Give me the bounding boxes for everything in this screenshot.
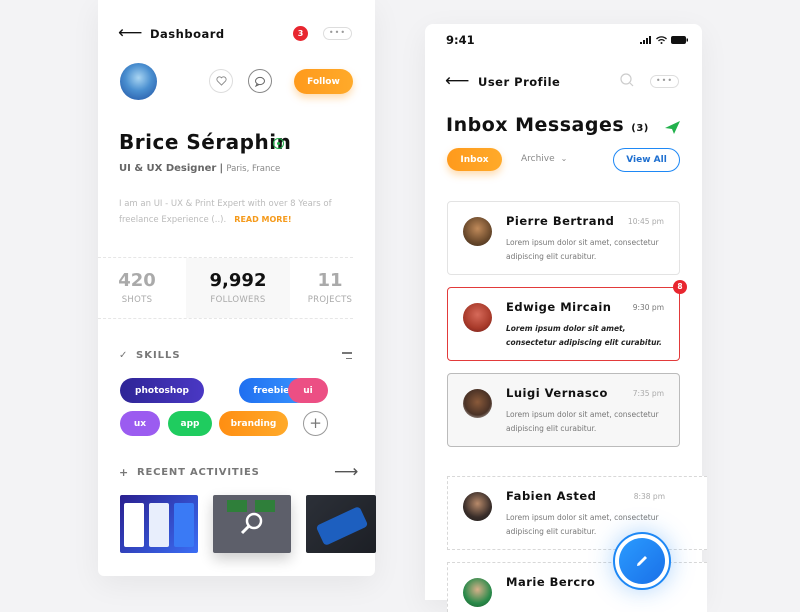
sender-avatar [463, 389, 492, 418]
profile-bio: I am an UI - UX & Print Expert with over… [119, 196, 359, 228]
sender-avatar [463, 303, 492, 332]
profile-name: Brice Séraphin [119, 130, 292, 154]
signal-icon [640, 36, 651, 44]
skill-tag-photoshop[interactable]: photoshop [120, 378, 204, 403]
compose-button[interactable] [613, 532, 671, 590]
stat-label: PROJECTS [307, 295, 353, 305]
status-time: 9:41 [446, 33, 475, 47]
view-all-button[interactable]: View All [613, 148, 680, 172]
message-preview: Lorem ipsum dolor sit amet, consectetur … [506, 410, 659, 433]
status-icons [640, 36, 688, 44]
stat-projects[interactable]: 11 PROJECTS [298, 270, 362, 305]
activity-thumbnail[interactable] [306, 495, 376, 553]
plus-icon: + [119, 466, 129, 479]
sender-avatar [463, 492, 492, 521]
stat-value: 11 [317, 270, 343, 291]
tab-inbox[interactable]: Inbox [447, 148, 502, 171]
sender-name: Pierre Bertrand [506, 214, 615, 228]
heart-icon [215, 76, 227, 86]
profile-subtitle: UI & UX Designer | Paris, France [119, 163, 280, 174]
skill-tag-app[interactable]: app [168, 411, 212, 436]
profile-location: Paris, France [226, 164, 281, 174]
inbox-title-text: Inbox Messages [446, 114, 625, 136]
stat-value: 420 [118, 270, 156, 291]
wifi-icon [656, 36, 667, 44]
activity-thumbnail[interactable] [120, 495, 198, 553]
dashboard-card: ⟵ Dashboard 3 ••• Follow Brice Séraphin … [98, 0, 376, 576]
profile-role: UI & UX Designer [119, 163, 217, 174]
sender-avatar [463, 217, 492, 246]
recent-activities-title: RECENT ACTIVITIES [137, 467, 260, 478]
stat-label: FOLLOWERS [210, 295, 266, 305]
more-button[interactable]: ••• [323, 27, 352, 40]
sender-name: Fabien Asted [506, 489, 597, 503]
unread-badge: 8 [673, 280, 687, 294]
follow-button[interactable]: Follow [294, 69, 353, 94]
skill-tag-ui[interactable]: ui [288, 378, 328, 403]
add-skill-button[interactable]: + [303, 411, 328, 436]
stats-row: 420 SHOTS 9,992 FOLLOWERS 11 PROJECTS [98, 257, 353, 319]
magnifier-icon [240, 512, 263, 535]
message-item[interactable]: Luigi Vernasco 7:35 pm Lorem ipsum dolor… [447, 373, 680, 447]
tab-archive-label: Archive [521, 154, 555, 164]
back-arrow-icon[interactable]: ⟵ [445, 73, 469, 90]
skill-tag-ux[interactable]: ux [120, 411, 160, 436]
sort-icon[interactable] [342, 352, 352, 359]
stat-followers[interactable]: 9,992 FOLLOWERS [186, 258, 290, 318]
chat-bubble-icon [254, 76, 265, 87]
pencil-icon [637, 556, 647, 566]
send-icon[interactable] [665, 121, 680, 134]
user-profile-card: 9:41 ⟵ User Profile ••• Inbox Messages (… [425, 24, 707, 612]
message-preview: Lorem ipsum dolor sit amet, consectetur … [506, 238, 659, 261]
sender-name: Luigi Vernasco [506, 386, 608, 400]
message-time: 9:30 pm [632, 303, 664, 312]
message-button[interactable] [248, 69, 272, 93]
tab-archive[interactable]: Archive ⌄ [521, 154, 567, 164]
separator: | [219, 163, 224, 174]
stat-value: 9,992 [209, 270, 267, 291]
chevron-down-icon: ⌄ [560, 154, 568, 163]
message-item[interactable]: Fabien Asted 8:38 pm Lorem ipsum dolor s… [447, 476, 707, 550]
inbox-count: (3) [631, 123, 649, 134]
avatar[interactable] [120, 63, 157, 100]
message-item-unread[interactable]: Edwige Mircain 9:30 pm Lorem ipsum dolor… [447, 280, 687, 361]
message-time: 7:35 pm [632, 389, 664, 398]
back-arrow-icon[interactable]: ⟵ [118, 25, 142, 42]
online-status-icon [273, 138, 284, 149]
sender-name: Edwige Mircain [506, 300, 612, 314]
read-more-link[interactable]: READ MORE! [234, 215, 291, 224]
stat-label: SHOTS [121, 295, 153, 305]
inbox-title: Inbox Messages (3) [446, 114, 649, 136]
message-time: 10:45 pm [627, 217, 664, 226]
sender-avatar [463, 578, 492, 607]
activity-thumbnail[interactable] [213, 495, 291, 553]
arrow-right-icon[interactable]: ⟶ [334, 462, 358, 482]
skill-tag-branding[interactable]: branding [219, 411, 288, 436]
page-title: Dashboard [150, 27, 225, 41]
notification-badge[interactable]: 3 [293, 26, 308, 41]
message-item[interactable]: Pierre Bertrand 10:45 pm Lorem ipsum dol… [447, 201, 680, 275]
message-time: 8:38 pm [633, 492, 665, 501]
stat-shots[interactable]: 420 SHOTS [98, 270, 176, 305]
search-icon[interactable] [619, 72, 635, 88]
more-button[interactable]: ••• [650, 75, 679, 88]
checkmark-icon: ✓ [119, 350, 128, 361]
skills-title: SKILLS [136, 350, 181, 361]
page-title: User Profile [478, 75, 561, 89]
like-button[interactable] [209, 69, 233, 93]
bio-text: I am an UI - UX & Print Expert with over… [119, 199, 332, 225]
battery-icon [671, 36, 688, 44]
sender-name: Marie Bercro [506, 575, 596, 589]
message-preview: Lorem ipsum dolor sit amet, consectetur … [506, 324, 662, 347]
